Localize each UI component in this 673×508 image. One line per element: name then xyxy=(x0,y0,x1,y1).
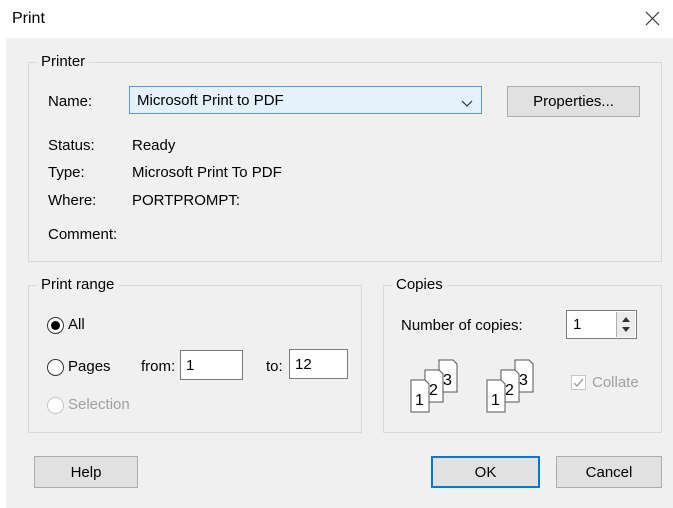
from-label: from: xyxy=(141,358,176,375)
collate-pages-icon: 1 2 3 1 2 3 xyxy=(401,352,551,416)
copies-spinner[interactable]: 1 xyxy=(566,310,637,339)
to-label: to: xyxy=(266,358,283,375)
type-label: Type: xyxy=(48,164,85,181)
collate-checkbox xyxy=(571,375,586,390)
printer-name-select[interactable]: Microsoft Print to PDF xyxy=(129,86,482,114)
collate-label: Collate xyxy=(592,374,639,391)
cancel-button[interactable]: Cancel xyxy=(556,456,662,488)
selection-label: Selection xyxy=(68,396,130,413)
collate-page-1: 1 xyxy=(491,392,500,409)
from-input[interactable]: 1 xyxy=(180,350,243,380)
ok-button[interactable]: OK xyxy=(431,456,540,488)
selection-radio xyxy=(47,397,64,414)
help-button[interactable]: Help xyxy=(34,456,138,488)
type-value: Microsoft Print To PDF xyxy=(132,164,282,181)
chevron-down-icon xyxy=(461,95,473,112)
name-label: Name: xyxy=(48,93,93,110)
comment-label: Comment: xyxy=(48,226,118,243)
pages-label[interactable]: Pages xyxy=(68,358,111,375)
window-title: Print xyxy=(12,10,45,27)
collate-page-2: 2 xyxy=(429,382,438,399)
close-icon[interactable] xyxy=(631,0,673,38)
title-bar: Print xyxy=(0,0,673,38)
window-left-border xyxy=(0,38,6,508)
status-value: Ready xyxy=(132,137,176,154)
collate-page-2: 2 xyxy=(505,382,514,399)
print-dialog: Print Printer Name: Microsoft Print to P… xyxy=(0,0,673,508)
copies-group-label: Copies xyxy=(392,276,447,293)
print-range-group-label: Print range xyxy=(37,276,119,293)
checkmark-icon xyxy=(573,378,584,388)
all-radio[interactable] xyxy=(47,317,64,334)
properties-button[interactable]: Properties... xyxy=(507,86,640,117)
all-label[interactable]: All xyxy=(68,316,85,333)
printer-name-value: Microsoft Print to PDF xyxy=(137,92,284,109)
printer-group-label: Printer xyxy=(37,53,90,70)
where-value: PORTPROMPT: xyxy=(132,192,241,209)
where-label: Where: xyxy=(48,192,97,209)
status-label: Status: xyxy=(48,137,95,154)
pages-radio[interactable] xyxy=(47,359,64,376)
collate-page-3: 3 xyxy=(519,372,528,389)
spinner-arrows[interactable] xyxy=(616,312,635,337)
to-input[interactable]: 12 xyxy=(289,349,348,379)
collate-page-3: 3 xyxy=(443,372,452,389)
copies-value: 1 xyxy=(573,316,582,333)
collate-page-1: 1 xyxy=(415,392,424,409)
number-of-copies-label: Number of copies: xyxy=(401,317,523,334)
